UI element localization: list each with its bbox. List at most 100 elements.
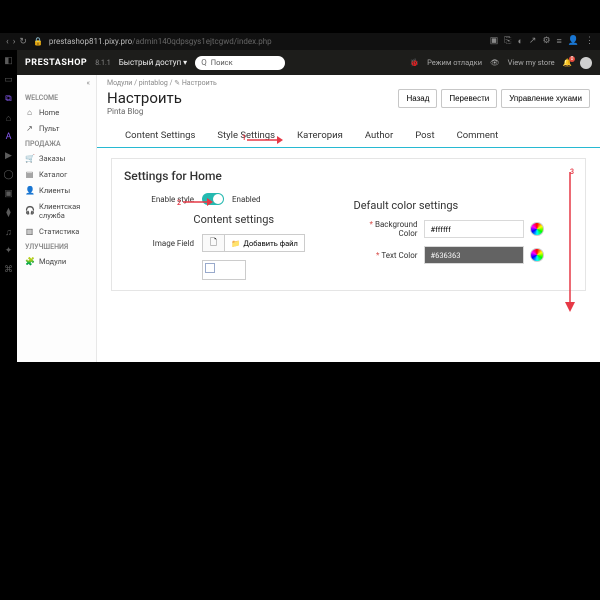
nav-reload-icon[interactable]: ↻ [19, 37, 27, 47]
search-placeholder: Поиск [211, 58, 233, 67]
image-field-label: Image Field [124, 239, 194, 248]
browser-nav: ‹ › ↻ [6, 37, 27, 47]
annotation-2-label: 2 [177, 199, 181, 207]
file-icon: 🗋 [210, 235, 217, 251]
panel-heading: Settings for Home [124, 169, 573, 183]
view-store-icon: 👁 [490, 58, 500, 67]
lock-icon: 🔒 [33, 37, 43, 46]
tab-content-settings[interactable]: Content Settings [125, 126, 195, 147]
tabs: Content Settings Style Settings Категори… [97, 122, 600, 148]
version-text: 8.1.1 [95, 59, 111, 67]
color-picker-icon[interactable] [530, 222, 544, 236]
app-rail: ◧ ▭ ⧉ ⌂ A ▶ ◯ ▣ ⧫ ♫ ✦ ⌘ [0, 50, 17, 362]
rail-icon[interactable]: ▣ [4, 189, 14, 199]
search-input[interactable]: Q Поиск [195, 56, 285, 70]
cart-icon: 🛒 [25, 154, 34, 163]
ext-icon[interactable]: ▣ [490, 36, 499, 47]
sidebar-item-orders[interactable]: 🛒Заказы [17, 150, 96, 166]
sidebar-collapse-icon[interactable]: « [17, 75, 96, 90]
url-text[interactable]: prestashop811.pixy.pro/admin140qdpsgys1e… [49, 37, 484, 46]
translate-button[interactable]: Перевести [441, 89, 497, 108]
file-browse-button[interactable]: 🗋 [202, 234, 224, 252]
view-store-link[interactable]: View my store [508, 58, 555, 67]
tab-author[interactable]: Author [365, 126, 393, 147]
rail-icon[interactable]: ◧ [4, 56, 14, 66]
right-column: Default color settings * Background Colo… [354, 193, 574, 280]
rail-icon[interactable]: ⧉ [4, 94, 14, 104]
color-picker-icon[interactable] [530, 248, 544, 262]
ext-icon[interactable]: ◐ [517, 36, 522, 47]
tab-category[interactable]: Категория [297, 126, 343, 147]
home-icon: ⌂ [25, 108, 34, 117]
content-settings-heading: Content settings [124, 213, 344, 226]
page-title: Настроить [107, 89, 182, 107]
bg-color-input[interactable]: #ffffff [424, 220, 524, 238]
admin-topbar: PRESTASHOP 8.1.1 Быстрый доступ ▾ Q Поис… [17, 50, 600, 75]
sidebar-section-welcome: WELCOME [17, 90, 96, 104]
image-placeholder [202, 260, 246, 280]
user-icon: 👤 [25, 186, 34, 195]
annotation-1-label: 1 [242, 134, 246, 142]
admin-sidebar: « WELCOME ⌂Home ↗Пульт ПРОДАЖА 🛒Заказы ▤… [17, 75, 97, 362]
rail-icon[interactable]: ✦ [4, 246, 14, 256]
sidebar-item-customers[interactable]: 👤Клиенты [17, 182, 96, 198]
add-file-button[interactable]: 📁Добавить файл [224, 234, 305, 252]
puzzle-icon: 🧩 [25, 257, 34, 266]
bg-color-label: * Background Color [354, 220, 418, 238]
sidebar-section-sell: ПРОДАЖА [17, 136, 96, 150]
rail-icon[interactable]: ♫ [4, 227, 14, 237]
ext-icon[interactable]: ⚙ [542, 36, 550, 47]
sidebar-item-dashboard[interactable]: ↗Пульт [17, 120, 96, 136]
ext-icon[interactable]: ↗ [529, 36, 537, 47]
rail-icon[interactable]: ▶ [4, 151, 14, 161]
profile-icon[interactable]: 👤 [568, 36, 579, 47]
headset-icon: 🎧 [25, 206, 34, 215]
logo: PRESTASHOP [25, 58, 87, 68]
color-settings-heading: Default color settings [354, 199, 574, 212]
back-button[interactable]: Назад [398, 89, 437, 108]
notifications-icon[interactable]: 🔔0 [563, 58, 572, 67]
rail-icon[interactable]: ⌘ [4, 265, 14, 275]
sidebar-section-improve: УЛУЧШЕНИЯ [17, 239, 96, 253]
annotation-2-arrow [183, 192, 213, 202]
rail-icon[interactable]: ▭ [4, 75, 14, 85]
breadcrumb[interactable]: Модули / pintablog / ✎ Настроить [97, 75, 600, 87]
nav-forward-icon[interactable]: › [13, 37, 16, 47]
stats-icon: ▥ [25, 227, 34, 236]
annotation-1-arrow [247, 130, 283, 140]
sidebar-item-stats[interactable]: ▥Статистика [17, 223, 96, 239]
tab-comment[interactable]: Comment [457, 126, 499, 147]
avatar[interactable] [580, 57, 592, 69]
ext-icon[interactable]: ⎘ [504, 36, 511, 47]
text-color-input[interactable]: #636363 [424, 246, 524, 264]
ext-icon[interactable]: ≡ [557, 36, 562, 47]
rail-icon[interactable]: ⧫ [4, 208, 14, 218]
sidebar-item-service[interactable]: 🎧Клиентская служба [17, 198, 96, 223]
nav-back-icon[interactable]: ‹ [6, 37, 9, 47]
sidebar-item-modules[interactable]: 🧩Модули [17, 253, 96, 269]
debug-icon[interactable]: 🐞 [410, 58, 419, 67]
rail-icon[interactable]: A [4, 132, 14, 142]
page-subtitle: Pinta Blog [107, 107, 182, 116]
left-column: Enable style Enabled Content settings Im… [124, 193, 344, 280]
browser-address-bar: ‹ › ↻ 🔒 prestashop811.pixy.pro/admin140q… [0, 33, 600, 50]
page-header: Настроить Pinta Blog Назад Перевести Упр… [97, 87, 600, 122]
dashboard-icon: ↗ [25, 124, 34, 133]
sidebar-item-catalog[interactable]: ▤Каталог [17, 166, 96, 182]
debug-label: Режим отладки [427, 58, 482, 67]
main-content: Модули / pintablog / ✎ Настроить Настрои… [97, 75, 600, 362]
catalog-icon: ▤ [25, 170, 34, 179]
hooks-button[interactable]: Управление хуками [501, 89, 590, 108]
quick-access-menu[interactable]: Быстрый доступ ▾ [119, 58, 187, 67]
search-icon: Q [201, 58, 207, 67]
enabled-text: Enabled [232, 195, 261, 204]
folder-icon: 📁 [231, 239, 240, 248]
settings-panel: Settings for Home Enable style Enabled C… [111, 158, 586, 291]
rail-icon[interactable]: ⌂ [4, 113, 14, 123]
annotation-3-arrow [562, 172, 578, 312]
text-color-label: * Text Color [354, 251, 418, 260]
tab-post[interactable]: Post [415, 126, 434, 147]
sidebar-item-home[interactable]: ⌂Home [17, 104, 96, 120]
menu-icon[interactable]: ⋮ [585, 36, 594, 47]
rail-icon[interactable]: ◯ [4, 170, 14, 180]
